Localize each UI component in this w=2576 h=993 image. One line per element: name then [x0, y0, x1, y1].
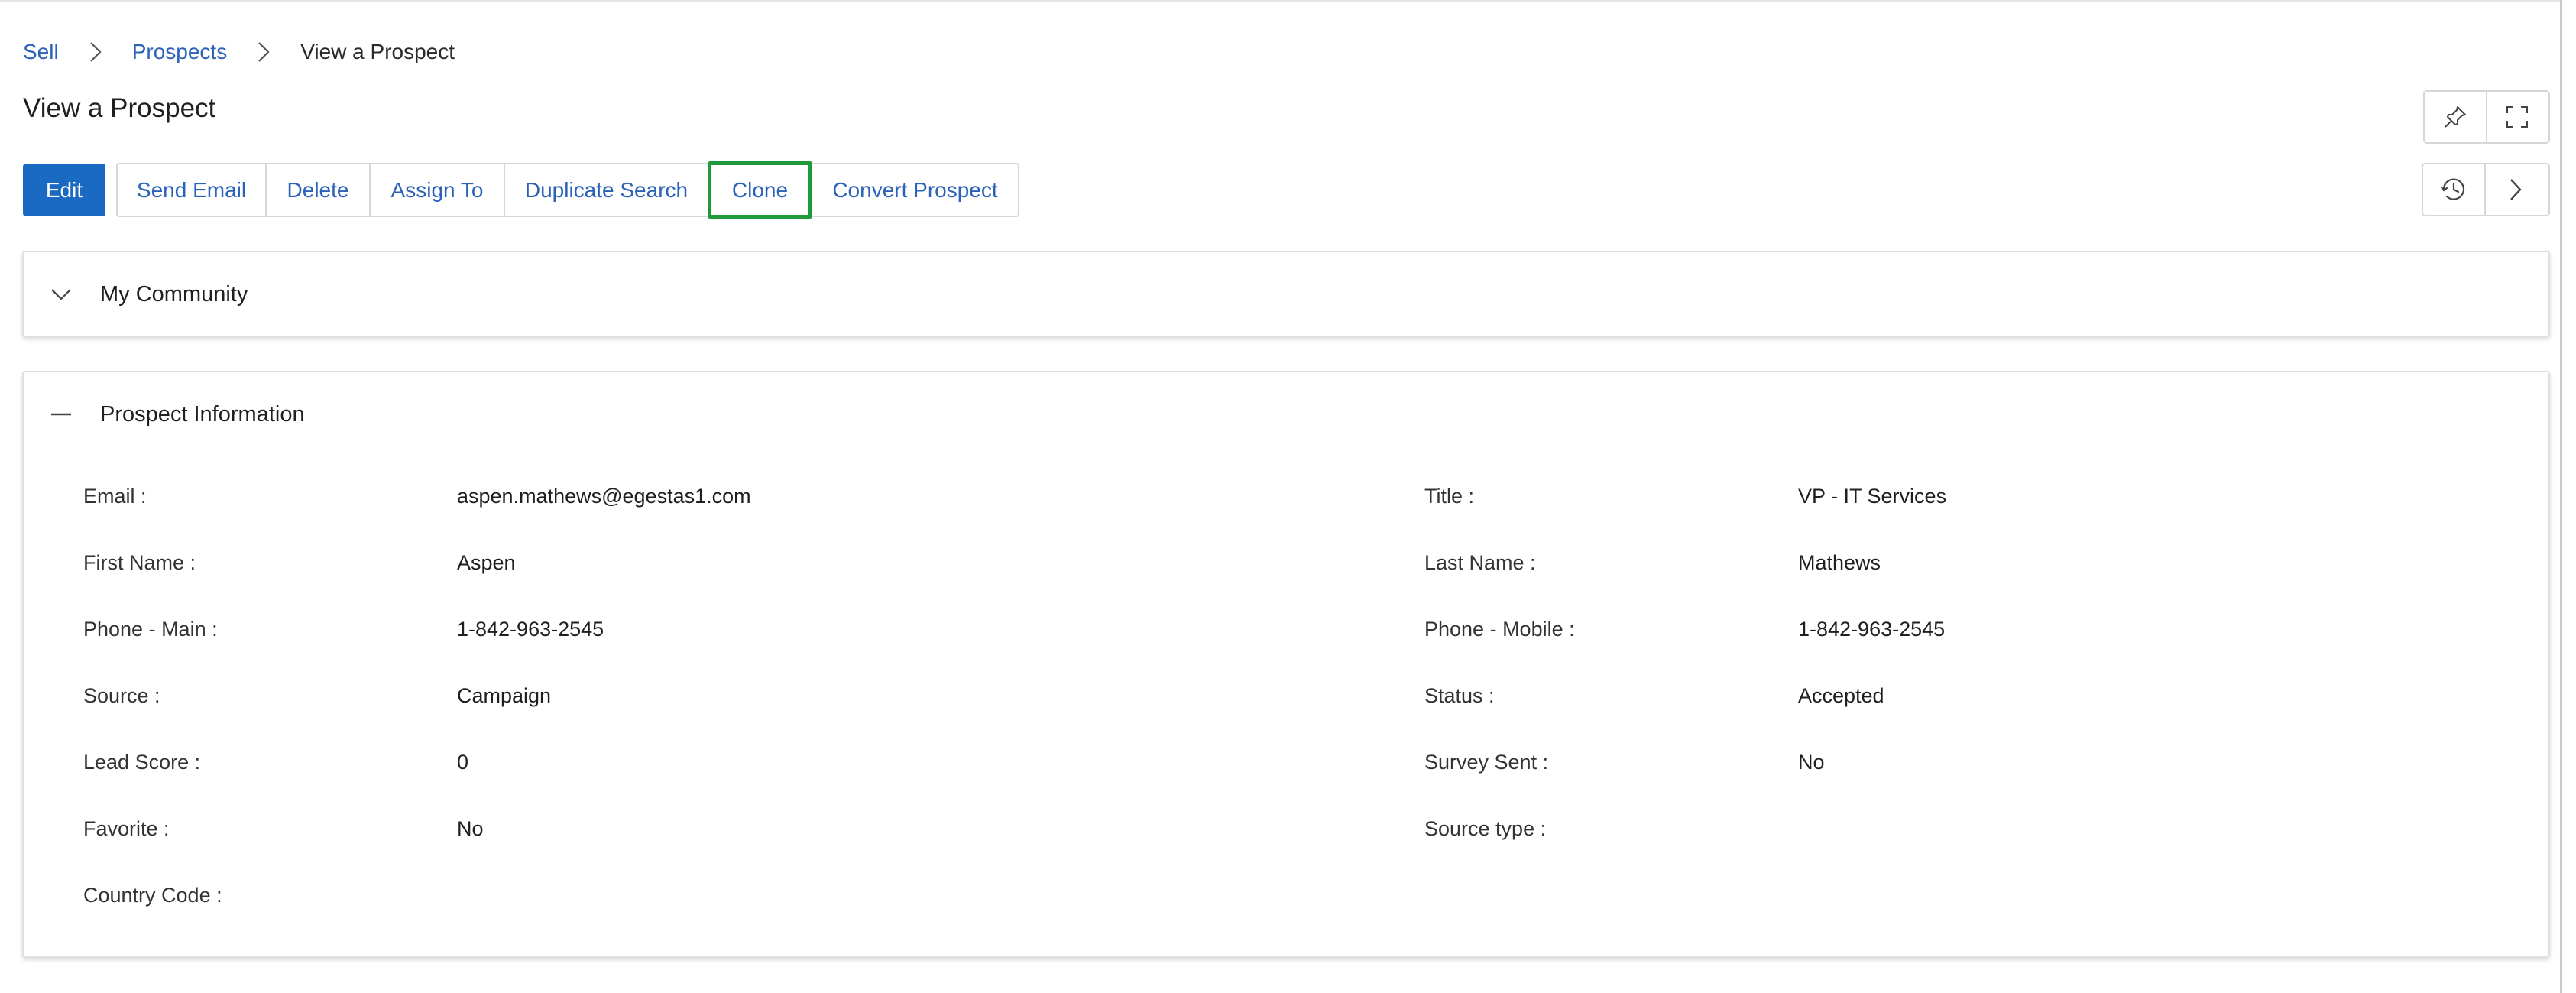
chevron-right-icon — [248, 41, 279, 63]
field-label-email: Email : — [83, 485, 147, 508]
fullscreen-icon[interactable] — [2486, 92, 2547, 142]
breadcrumb-current: View a Prospect — [300, 40, 455, 63]
chevron-right-icon[interactable] — [2484, 164, 2545, 215]
field-value-favorite: No — [457, 817, 484, 840]
record-nav-group — [2422, 163, 2550, 216]
prospect-information-header[interactable]: Prospect Information — [24, 372, 305, 456]
edit-button[interactable]: Edit — [23, 164, 105, 216]
field-label-status: Status : — [1424, 684, 1495, 707]
my-community-header[interactable]: My Community — [24, 252, 248, 336]
field-value-last-name: Mathews — [1798, 551, 1881, 574]
my-community-section: My Community — [22, 251, 2550, 337]
field-value-source: Campaign — [457, 684, 552, 707]
view-options-group — [2423, 90, 2550, 144]
field-value-status: Accepted — [1798, 684, 1884, 707]
field-value-survey-sent: No — [1798, 751, 1825, 774]
field-value-email: aspen.mathews@egestas1.com — [457, 485, 751, 508]
convert-prospect-button[interactable]: Convert Prospect — [812, 164, 1018, 216]
chevron-right-icon — [80, 41, 111, 63]
field-value-phone-mobile: 1-842-963-2545 — [1798, 618, 1946, 641]
field-value-lead-score: 0 — [457, 751, 469, 774]
field-label-title: Title : — [1424, 485, 1475, 508]
scrollbar-track[interactable] — [2560, 0, 2576, 993]
breadcrumb-sell[interactable]: Sell — [23, 40, 59, 64]
field-label-phone-main: Phone - Main : — [83, 618, 218, 641]
page-title: View a Prospect — [23, 93, 216, 123]
breadcrumb-prospects[interactable]: Prospects — [132, 40, 228, 64]
field-label-source: Source : — [83, 684, 160, 707]
clone-button[interactable]: Clone — [708, 161, 812, 219]
field-label-source-type: Source type : — [1424, 817, 1547, 840]
collapse-icon[interactable] — [42, 412, 80, 417]
section-title: Prospect Information — [100, 401, 305, 427]
field-value-phone-main: 1-842-963-2545 — [457, 618, 604, 641]
field-value-first-name: Aspen — [457, 551, 516, 574]
delete-button[interactable]: Delete — [265, 164, 369, 216]
pin-icon[interactable] — [2425, 92, 2486, 142]
assign-to-button[interactable]: Assign To — [369, 164, 504, 216]
field-label-phone-mobile: Phone - Mobile : — [1424, 618, 1575, 641]
field-label-favorite: Favorite : — [83, 817, 170, 840]
field-value-title: VP - IT Services — [1798, 485, 1947, 508]
prospect-information-section: Prospect Information Email : aspen.mathe… — [22, 371, 2550, 958]
field-label-last-name: Last Name : — [1424, 551, 1536, 574]
field-label-lead-score: Lead Score : — [83, 751, 201, 774]
history-icon[interactable] — [2423, 164, 2484, 215]
send-email-button[interactable]: Send Email — [118, 164, 265, 216]
prospect-view-page: Sell Prospects View a Prospect View a Pr… — [0, 0, 2560, 993]
field-label-survey-sent: Survey Sent : — [1424, 751, 1549, 774]
field-label-country-code: Country Code : — [83, 884, 222, 907]
section-title: My Community — [100, 281, 248, 307]
chevron-down-icon[interactable] — [42, 287, 80, 301]
breadcrumb: Sell Prospects View a Prospect — [23, 35, 455, 69]
duplicate-search-button[interactable]: Duplicate Search — [504, 164, 708, 216]
action-toolbar: Send Email Delete Assign To Duplicate Se… — [116, 161, 1019, 219]
field-label-first-name: First Name : — [83, 551, 196, 574]
